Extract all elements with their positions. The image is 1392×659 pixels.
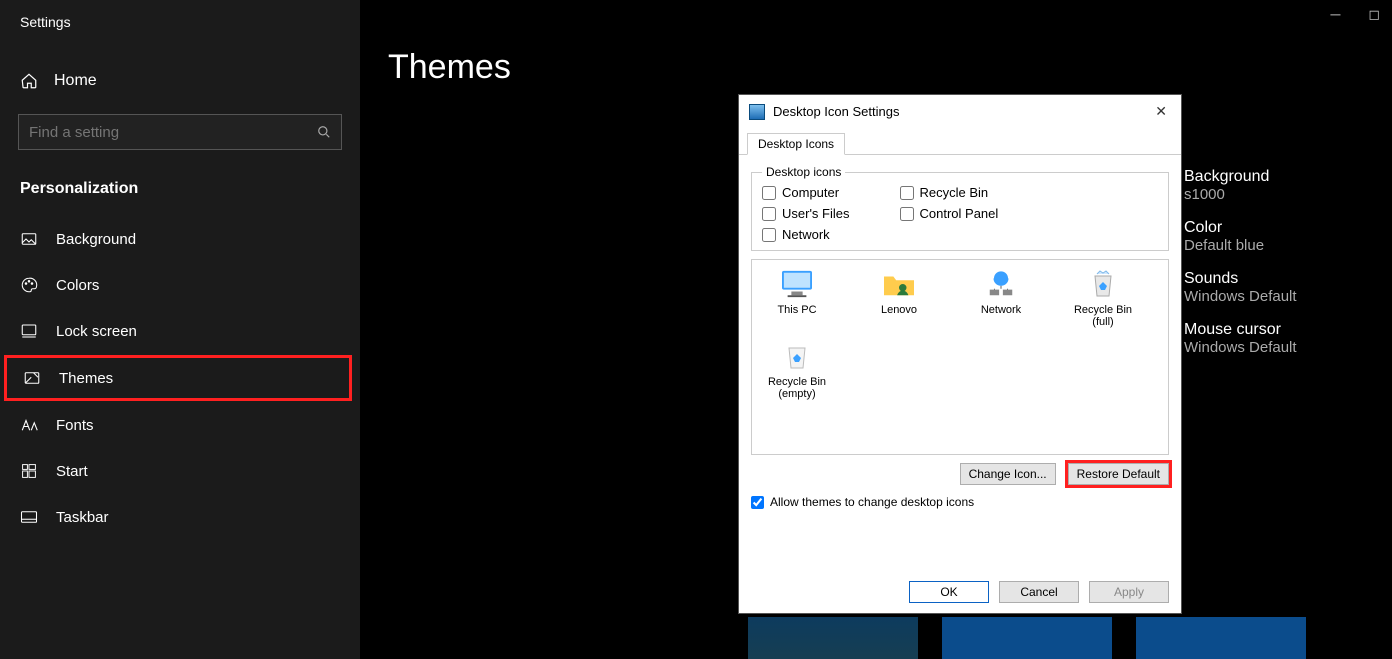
preview-network[interactable]: Network [964, 268, 1038, 328]
section-title: Personalization [0, 162, 360, 216]
preview-recycle-full[interactable]: Recycle Bin (full) [1066, 268, 1140, 328]
lockscreen-icon [20, 322, 38, 340]
search-icon [317, 125, 331, 139]
preview-this-pc[interactable]: This PC [760, 268, 834, 328]
allow-themes-checkbox[interactable]: Allow themes to change desktop icons [751, 495, 1169, 509]
maximize-icon[interactable]: ◻ [1368, 6, 1380, 23]
dialog-tabs: Desktop Icons [739, 128, 1181, 155]
sidebar-item-label: Fonts [56, 417, 94, 434]
monitor-icon [777, 268, 817, 300]
preview-label: Lenovo [881, 304, 917, 316]
theme-color-label: Color [1184, 219, 1297, 237]
sidebar-home[interactable]: Home [0, 60, 360, 102]
preview-label: Recycle Bin (full) [1074, 304, 1132, 328]
check-users-files[interactable]: User's Files [762, 206, 850, 221]
image-icon [20, 230, 38, 248]
theme-thumbnail[interactable] [1136, 617, 1306, 659]
sidebar-item-start[interactable]: Start [0, 448, 360, 494]
search-input[interactable] [29, 124, 317, 141]
dialog-icon [749, 104, 765, 120]
sidebar-item-label: Lock screen [56, 323, 137, 340]
start-icon [20, 462, 38, 480]
theme-background-value: s1000 [1184, 186, 1297, 203]
ok-button[interactable]: OK [909, 581, 989, 603]
icon-preview-area: This PC Lenovo Network [751, 259, 1169, 455]
check-control-panel[interactable]: Control Panel [900, 206, 999, 221]
preview-user-folder[interactable]: Lenovo [862, 268, 936, 328]
tab-desktop-icons[interactable]: Desktop Icons [747, 133, 845, 155]
window-controls: ─ ◻ [1330, 6, 1380, 23]
theme-settings-summary: Background s1000 Color Default blue Soun… [1184, 168, 1297, 372]
theme-background[interactable]: Background s1000 [1184, 168, 1297, 203]
dialog-footer: OK Cancel Apply [739, 571, 1181, 613]
preview-label: This PC [777, 304, 816, 316]
page-title: Themes [388, 48, 1364, 87]
cancel-button[interactable]: Cancel [999, 581, 1079, 603]
theme-mouse-value: Windows Default [1184, 339, 1297, 356]
app-title: Settings [0, 8, 360, 42]
sidebar-item-label: Colors [56, 277, 99, 294]
network-icon [981, 268, 1021, 300]
preview-label: Network [981, 304, 1021, 316]
main-content: ─ ◻ Themes Background s1000 Color Defaul… [360, 0, 1392, 659]
check-network[interactable]: Network [762, 227, 850, 242]
palette-icon [20, 276, 38, 294]
change-icon-button[interactable]: Change Icon... [960, 463, 1056, 485]
sidebar-item-fonts[interactable]: Fonts [0, 402, 360, 448]
themes-icon [23, 369, 41, 387]
settings-sidebar: Settings Home Personalization Background [0, 0, 360, 659]
theme-mouse-label: Mouse cursor [1184, 321, 1297, 339]
taskbar-icon [20, 508, 38, 526]
sidebar-item-themes[interactable]: Themes [4, 355, 352, 401]
recycle-empty-icon [777, 340, 817, 372]
desktop-icons-group: Desktop icons Computer User's Files Netw… [751, 165, 1169, 251]
dialog-title: Desktop Icon Settings [773, 104, 899, 119]
restore-default-button[interactable]: Restore Default [1068, 463, 1169, 485]
desktop-icon-settings-dialog: Desktop Icon Settings ✕ Desktop Icons De… [738, 94, 1182, 614]
sidebar-item-colors[interactable]: Colors [0, 262, 360, 308]
search-box[interactable] [18, 114, 342, 150]
theme-mouse[interactable]: Mouse cursor Windows Default [1184, 321, 1297, 356]
preview-recycle-empty[interactable]: Recycle Bin (empty) [760, 340, 834, 400]
preview-label: Recycle Bin (empty) [768, 376, 826, 400]
sidebar-item-background[interactable]: Background [0, 216, 360, 262]
check-computer[interactable]: Computer [762, 185, 850, 200]
fonts-icon [20, 416, 38, 434]
folder-user-icon [879, 268, 919, 300]
dialog-titlebar: Desktop Icon Settings ✕ [739, 95, 1181, 128]
check-recycle-bin[interactable]: Recycle Bin [900, 185, 999, 200]
theme-color-value: Default blue [1184, 237, 1297, 254]
sidebar-item-lockscreen[interactable]: Lock screen [0, 308, 360, 354]
allow-themes-label: Allow themes to change desktop icons [770, 495, 974, 509]
dialog-body: Desktop icons Computer User's Files Netw… [739, 155, 1181, 519]
sidebar-item-label: Taskbar [56, 509, 109, 526]
close-icon[interactable]: ✕ [1151, 101, 1171, 122]
theme-thumbnails [748, 617, 1306, 659]
sidebar-item-label: Themes [59, 370, 113, 387]
minimize-icon[interactable]: ─ [1330, 6, 1340, 23]
sidebar-item-label: Start [56, 463, 88, 480]
desktop-icons-legend: Desktop icons [762, 165, 845, 179]
theme-sounds-value: Windows Default [1184, 288, 1297, 305]
theme-color[interactable]: Color Default blue [1184, 219, 1297, 254]
theme-thumbnail[interactable] [748, 617, 918, 659]
sidebar-item-taskbar[interactable]: Taskbar [0, 494, 360, 540]
theme-sounds-label: Sounds [1184, 270, 1297, 288]
sidebar-item-label: Background [56, 231, 136, 248]
theme-thumbnail[interactable] [942, 617, 1112, 659]
theme-sounds[interactable]: Sounds Windows Default [1184, 270, 1297, 305]
theme-background-label: Background [1184, 168, 1297, 186]
home-icon [20, 72, 38, 90]
apply-button[interactable]: Apply [1089, 581, 1169, 603]
recycle-full-icon [1083, 268, 1123, 300]
sidebar-home-label: Home [54, 72, 97, 90]
